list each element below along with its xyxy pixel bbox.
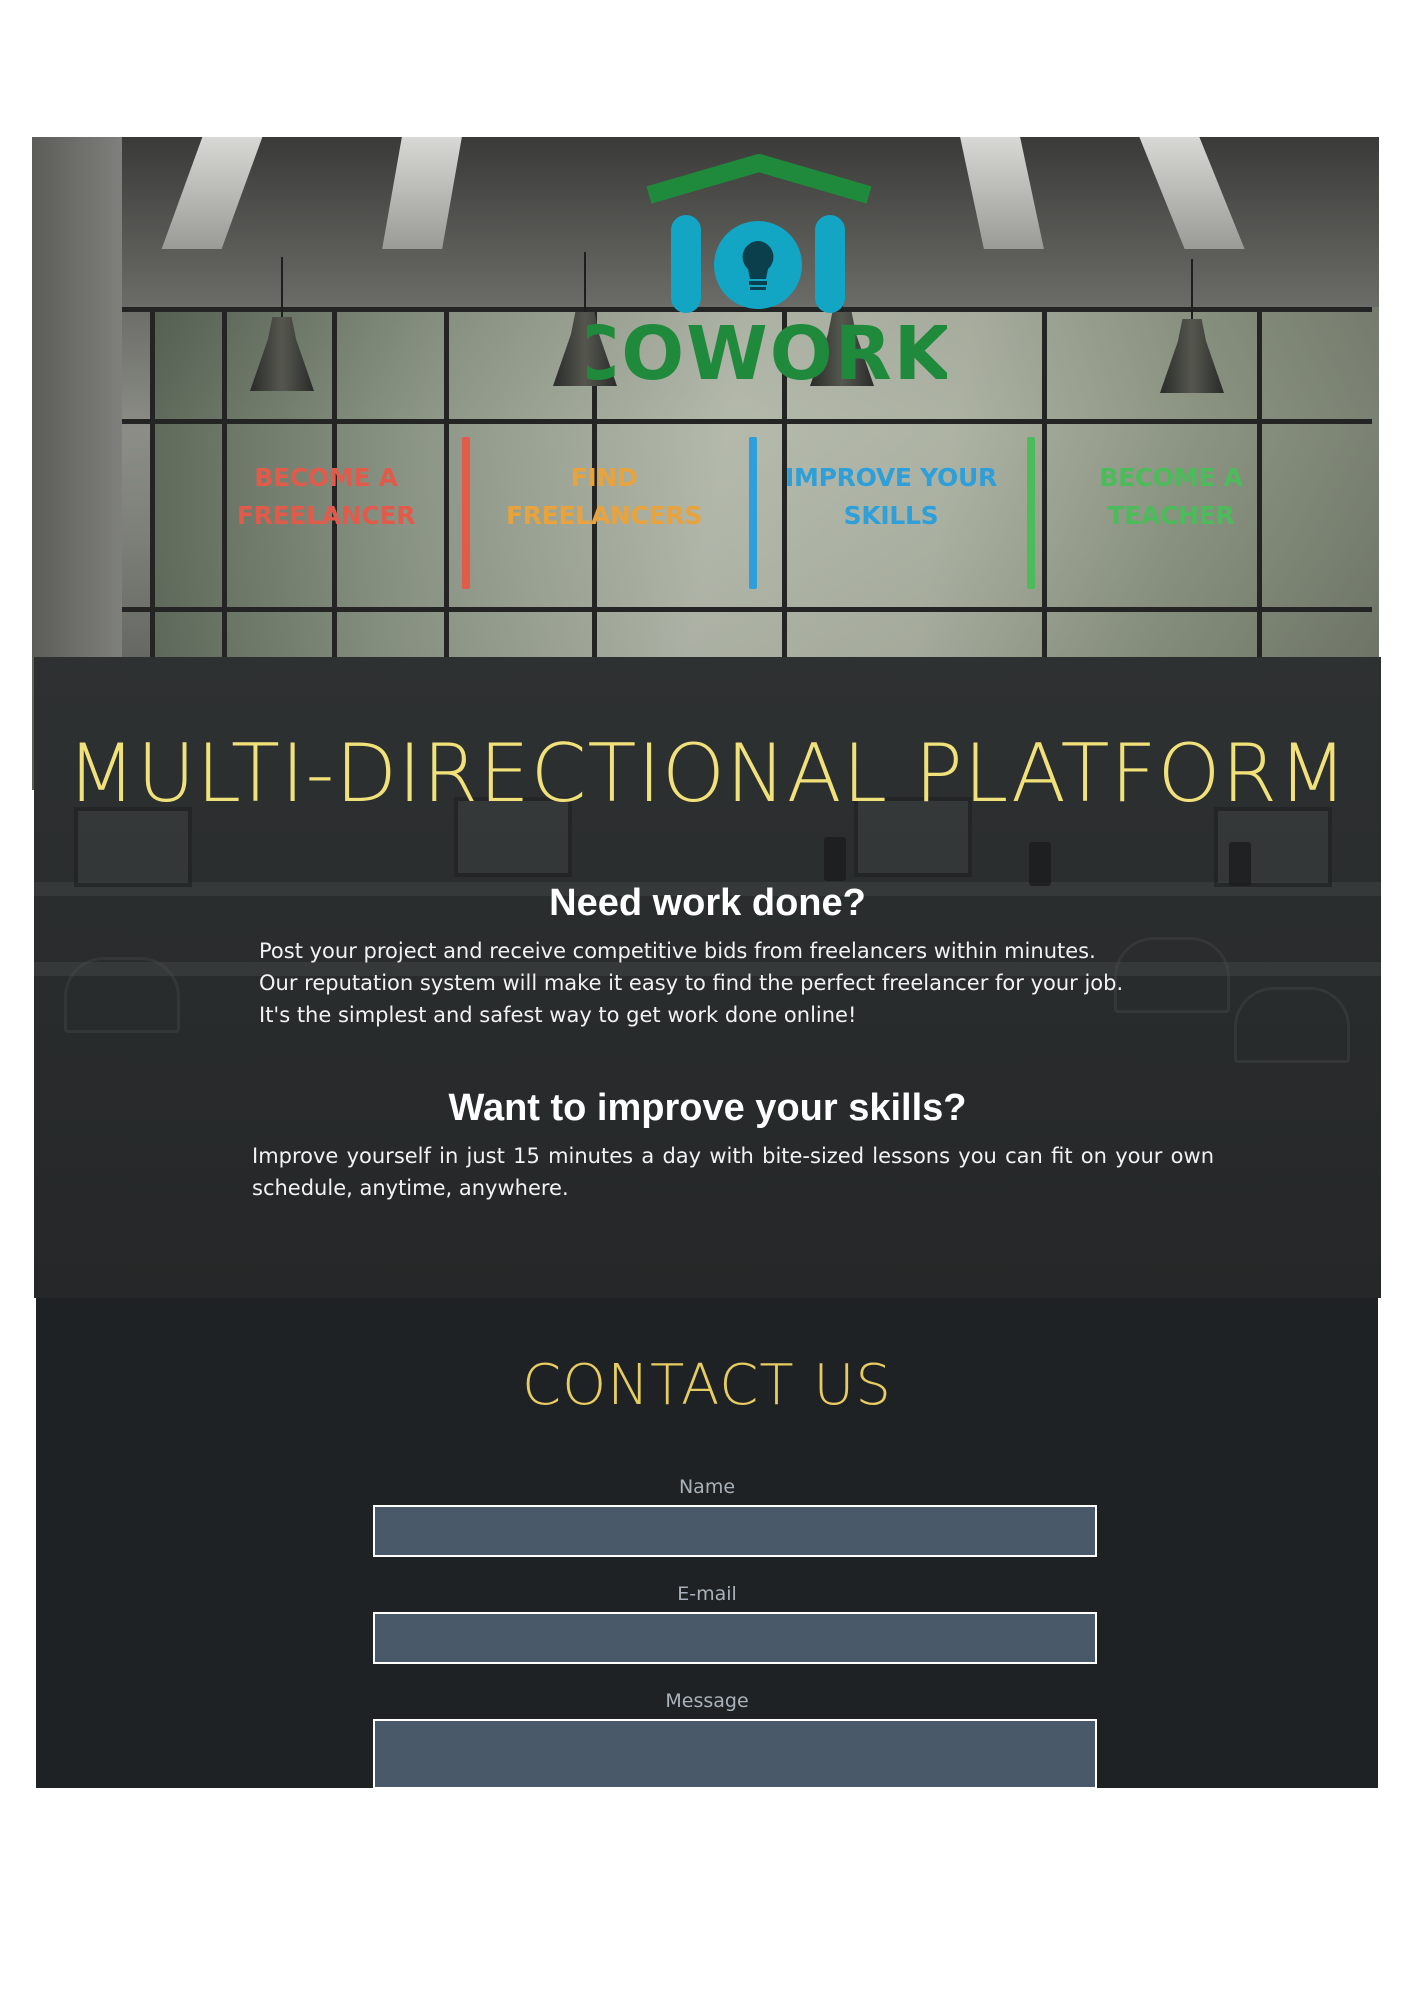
svg-text:COWORK: COWORK [587, 311, 947, 391]
platform-section: MULTI-DIRECTIONAL PLATFORM Need work don… [34, 657, 1381, 1298]
background-speaker [1029, 842, 1051, 886]
nav-label-line1: FIND [570, 463, 638, 492]
window-frame [122, 607, 1372, 612]
nav-label-line2: FREELANCER [236, 501, 416, 530]
nav-label-line1: IMPROVE YOUR [785, 463, 997, 492]
nav-divider [749, 437, 757, 589]
ceiling-beam [382, 137, 462, 249]
nav-improve-skills[interactable]: IMPROVE YOUR SKILLS [781, 459, 1001, 535]
need-work-line: Post your project and receive competitiv… [259, 939, 1096, 963]
ceiling-beam [960, 137, 1044, 249]
platform-title: MULTI-DIRECTIONAL PLATFORM [66, 727, 1349, 820]
improve-skills-text: Improve yourself in just 15 minutes a da… [252, 1144, 1214, 1200]
background-chair [64, 957, 180, 1033]
email-field[interactable] [373, 1612, 1097, 1664]
nav-become-teacher[interactable]: BECOME A TEACHER [1061, 459, 1281, 535]
need-work-heading: Need work done? [549, 882, 866, 924]
nav-label-line2: FREELANCERS [505, 501, 703, 530]
email-label: E-mail [677, 1583, 737, 1605]
nav-label-line1: BECOME A [1099, 463, 1243, 492]
message-field[interactable] [373, 1719, 1097, 1788]
logo-graphic: COWORK [565, 154, 952, 397]
ceiling-beam [161, 137, 263, 249]
nav-divider [1027, 437, 1035, 589]
cowork-logo[interactable]: COWORK [565, 151, 952, 397]
need-work-line: Our reputation system will make it easy … [259, 971, 1124, 995]
main-nav: BECOME A FREELANCER FIND FREELANCERS IMP… [32, 437, 1379, 597]
background-chair [1234, 987, 1350, 1063]
need-work-line: It's the simplest and safest way to get … [259, 1003, 857, 1027]
contact-title: CONTACT US [522, 1353, 892, 1418]
contact-section: CONTACT US Name E-mail Message [36, 1298, 1378, 1788]
window-frame [122, 419, 1372, 424]
name-field[interactable] [373, 1505, 1097, 1557]
name-label: Name [678, 1476, 736, 1498]
nav-label-line1: BECOME A [254, 463, 398, 492]
ceiling-beam [1139, 137, 1245, 249]
need-work-text: Post your project and receive competitiv… [259, 935, 1159, 1031]
nav-divider [462, 437, 470, 589]
background-speaker [824, 837, 846, 881]
nav-become-freelancer[interactable]: BECOME A FREELANCER [216, 459, 436, 535]
nav-find-freelancers[interactable]: FIND FREELANCERS [494, 459, 714, 535]
message-label: Message [665, 1690, 749, 1712]
background-speaker [1229, 842, 1251, 886]
nav-label-line2: SKILLS [843, 501, 939, 530]
improve-skills-heading: Want to improve your skills? [448, 1087, 967, 1129]
nav-label-line2: TEACHER [1107, 501, 1235, 530]
